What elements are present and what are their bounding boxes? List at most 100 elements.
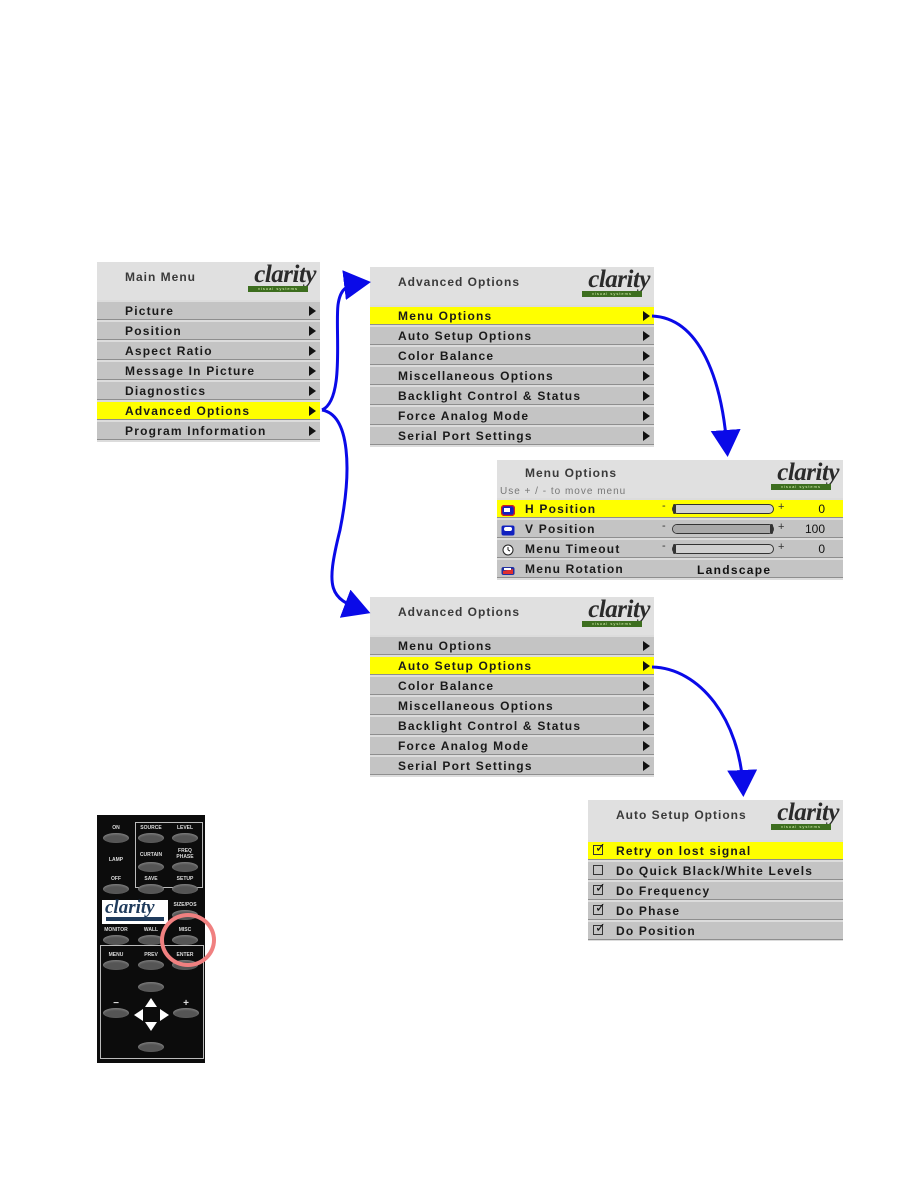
remote-freq-phase-label: FREQ PHASE (176, 848, 194, 860)
menu-item-auto-setup-options[interactable]: Auto Setup Options (370, 327, 654, 345)
submenu-arrow-icon (643, 371, 650, 381)
remote-curtain-button[interactable] (138, 862, 164, 872)
menu-item-label: Miscellaneous Options (398, 699, 554, 713)
menu-item-force-analog-mode[interactable]: Force Analog Mode (370, 407, 654, 425)
slider-track[interactable] (672, 544, 774, 554)
misc-button-highlight-circle (160, 913, 216, 967)
submenu-arrow-icon (643, 391, 650, 401)
remote-down-key-button[interactable] (138, 1042, 164, 1052)
slider-value: 0 (818, 542, 825, 556)
submenu-arrow-icon (309, 346, 316, 356)
menu-item-label: Program Information (125, 424, 267, 438)
submenu-arrow-icon (309, 366, 316, 376)
remote-freq-phase-button[interactable] (172, 862, 198, 872)
remote-menu-button[interactable] (103, 960, 129, 970)
submenu-arrow-icon (643, 641, 650, 651)
menu-item-miscellaneous-options[interactable]: Miscellaneous Options (370, 367, 654, 385)
checkbox[interactable]: ✓ (593, 841, 606, 855)
remote-setup-button[interactable] (172, 884, 198, 894)
auto-setup-item-label: Do Position (616, 924, 696, 938)
slider-track[interactable] (672, 524, 774, 534)
checkbox[interactable]: ✓ (593, 901, 606, 915)
remote-save-button[interactable] (138, 884, 164, 894)
menu-option-menu-timeout[interactable]: Menu Timeout - +0 (497, 540, 843, 558)
auto-setup-item-retry-on-lost-signal[interactable]: ✓ Retry on lost signal (588, 841, 843, 860)
dpad-up-icon[interactable] (145, 998, 157, 1007)
auto-setup-item-do-position[interactable]: ✓ Do Position (588, 921, 843, 940)
menu-item-label: Aspect Ratio (125, 344, 213, 358)
menu-item-miscellaneous-options[interactable]: Miscellaneous Options (370, 697, 654, 715)
remote-source-button[interactable] (138, 833, 164, 843)
remote-monitor-button[interactable] (103, 935, 129, 945)
h-position-slider[interactable]: - + (662, 500, 784, 515)
remote-monitor-label: MONITOR (104, 927, 128, 933)
menu-option-label: V Position (525, 522, 596, 536)
main-menu-title: Main Menu (125, 270, 196, 284)
menu-item-force-analog-mode[interactable]: Force Analog Mode (370, 737, 654, 755)
menu-timeout-slider[interactable]: - + (662, 540, 785, 555)
main-menu-panel: Main Menu clarity visual systems Picture P… (97, 261, 320, 442)
checkbox[interactable]: ✓ (593, 921, 606, 935)
menu-item-program-information[interactable]: Program Information (97, 422, 320, 440)
remote-size-pos-label: SIZE/POS (173, 902, 197, 908)
slider-minus: - (662, 540, 666, 552)
menu-item-label: Backlight Control & Status (398, 389, 582, 403)
submenu-arrow-icon (309, 406, 316, 416)
menu-item-serial-port-settings[interactable]: Serial Port Settings (370, 757, 654, 775)
remote-plus-button[interactable] (173, 1008, 199, 1018)
submenu-arrow-icon (309, 426, 316, 436)
v-position-slider[interactable]: - + (662, 520, 785, 535)
remote-lamp-label: LAMP (108, 857, 124, 863)
menu-item-label: Advanced Options (125, 404, 251, 418)
remote-minus-button[interactable] (103, 1008, 129, 1018)
menu-item-backlight-control-and-status[interactable]: Backlight Control & Status (370, 387, 654, 405)
slider-plus: + (778, 541, 785, 553)
menu-item-color-balance[interactable]: Color Balance (370, 677, 654, 695)
menu-option-h-position[interactable]: H Position - +0 (497, 500, 843, 518)
clarity-logo: clarity visual systems (568, 596, 650, 628)
menu-item-color-balance[interactable]: Color Balance (370, 347, 654, 365)
menu-item-label: Color Balance (398, 349, 495, 363)
menu-item-position[interactable]: Position (97, 322, 320, 340)
menu-option-v-position[interactable]: V Position - +100 (497, 520, 843, 538)
menu-item-backlight-control-and-status[interactable]: Backlight Control & Status (370, 717, 654, 735)
checkbox[interactable] (593, 865, 603, 875)
remote-prev-button[interactable] (138, 960, 164, 970)
menu-option-menu-rotation[interactable]: Menu Rotation Landscape (497, 560, 843, 578)
dpad-left-icon[interactable] (134, 1009, 143, 1021)
auto-setup-item-do-quick-black-white-levels[interactable]: Do Quick Black/White Levels (588, 862, 843, 880)
menu-item-serial-port-settings[interactable]: Serial Port Settings (370, 427, 654, 445)
menu-item-menu-options[interactable]: Menu Options (370, 637, 654, 655)
remote-off-button[interactable] (103, 884, 129, 894)
checkmark-icon: ✓ (595, 880, 606, 895)
auto-setup-list: ✓ Retry on lost signal Do Quick Black/Whit… (588, 841, 843, 940)
remote-level-button[interactable] (172, 833, 198, 843)
menu-item-label: Menu Options (398, 309, 493, 323)
dpad-down-icon[interactable] (145, 1022, 157, 1031)
menu-item-advanced-options[interactable]: Advanced Options (97, 402, 320, 420)
slider-knob[interactable] (770, 524, 773, 534)
auto-setup-item-do-phase[interactable]: ✓ Do Phase (588, 901, 843, 920)
remote-up-key-button[interactable] (138, 982, 164, 992)
menu-item-label: Auto Setup Options (398, 659, 533, 673)
menu-item-label: Message In Picture (125, 364, 256, 378)
rotation-icon (501, 563, 515, 575)
arrow-to-advanced-options-2 (321, 408, 371, 618)
menu-rotation-value[interactable]: Landscape (697, 563, 771, 577)
checkbox[interactable]: ✓ (593, 881, 606, 895)
remote-on-button[interactable] (103, 833, 129, 843)
advanced-options-header: Advanced Options clarity visual systems (370, 596, 654, 635)
menu-item-aspect-ratio[interactable]: Aspect Ratio (97, 342, 320, 360)
slider-knob[interactable] (673, 544, 676, 554)
menu-item-message-in-picture[interactable]: Message In Picture (97, 362, 320, 380)
auto-setup-item-do-frequency[interactable]: ✓ Do Frequency (588, 881, 843, 900)
auto-setup-item-label: Retry on lost signal (616, 844, 752, 858)
slider-plus: + (778, 521, 785, 533)
slider-track[interactable] (672, 504, 774, 514)
menu-item-picture[interactable]: Picture (97, 302, 320, 320)
menu-item-menu-options[interactable]: Menu Options (370, 307, 654, 325)
slider-knob[interactable] (673, 504, 676, 514)
menu-item-auto-setup-options[interactable]: Auto Setup Options (370, 657, 654, 675)
menu-item-diagnostics[interactable]: Diagnostics (97, 382, 320, 400)
dpad-right-icon[interactable] (160, 1009, 169, 1021)
